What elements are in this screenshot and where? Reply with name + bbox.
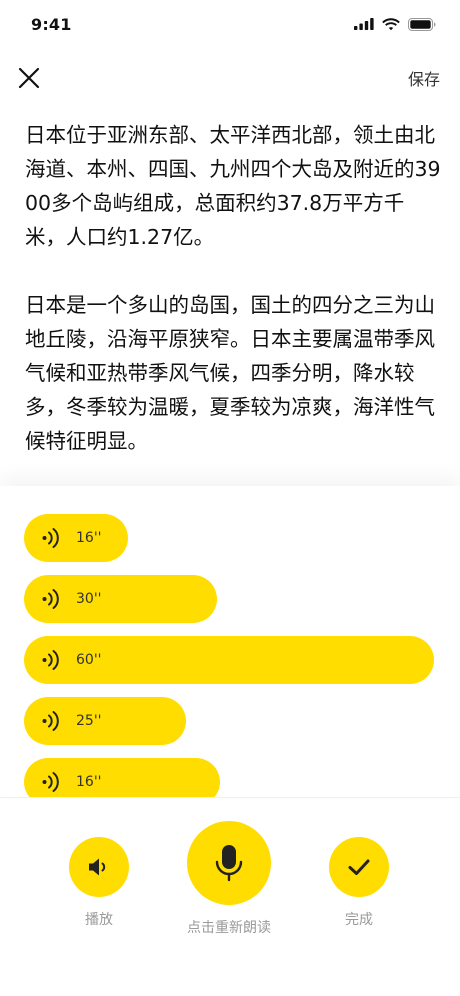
checkmark-icon	[348, 859, 370, 875]
speaker-icon	[89, 858, 106, 876]
recording-duration: 25''	[76, 713, 102, 729]
rerecord-label: 点击重新朗读	[187, 920, 271, 936]
audio-wave-icon	[40, 527, 62, 549]
play-button[interactable]: 播放	[69, 837, 129, 929]
paragraph: 日本位于亚洲东部、太平洋西北部，领土由北海道、本州、四国、九州四个大岛及附近的3…	[25, 123, 441, 249]
audio-wave-icon	[40, 588, 62, 610]
paragraph: 日本是一个多山的岛国，国土的四分之三为山地丘陵，沿海平原狭窄。日本主要属温带季风…	[25, 293, 435, 453]
reading-text: 日本位于亚洲东部、太平洋西北部，领土由北海道、本州、四国、九州四个大岛及附近的3…	[25, 118, 441, 458]
battery-icon	[408, 17, 436, 31]
rerecord-button[interactable]: 点击重新朗读	[187, 821, 271, 937]
record-circle[interactable]	[187, 821, 271, 905]
recordings-list[interactable]: 16'' 30'' 60'' 25'' 16''	[0, 486, 460, 798]
wifi-icon	[382, 17, 400, 30]
audio-wave-icon	[40, 771, 62, 793]
recording-duration: 60''	[76, 652, 102, 668]
status-icons	[354, 17, 436, 31]
recording-duration: 30''	[76, 591, 102, 607]
recording-item[interactable]: 16''	[24, 758, 220, 798]
cellular-signal-icon	[354, 18, 374, 30]
play-circle[interactable]	[69, 837, 129, 897]
status-bar: 9:41	[0, 0, 460, 48]
microphone-icon	[215, 845, 243, 882]
recording-item[interactable]: 25''	[24, 697, 186, 745]
done-circle[interactable]	[329, 837, 389, 897]
recording-item[interactable]: 60''	[24, 636, 434, 684]
divider	[0, 797, 460, 798]
done-label: 完成	[345, 912, 373, 928]
close-button[interactable]	[16, 65, 42, 91]
audio-wave-icon	[40, 649, 62, 671]
nav-bar: 保存	[0, 56, 460, 100]
save-button[interactable]: 保存	[408, 66, 440, 90]
recording-item[interactable]: 16''	[24, 514, 128, 562]
recording-duration: 16''	[76, 530, 102, 546]
close-icon	[18, 67, 40, 89]
recording-duration: 16''	[76, 774, 102, 790]
done-button[interactable]: 完成	[329, 837, 389, 929]
status-time: 9:41	[31, 14, 72, 34]
play-label: 播放	[85, 912, 113, 928]
recording-item[interactable]: 30''	[24, 575, 217, 623]
audio-wave-icon	[40, 710, 62, 732]
